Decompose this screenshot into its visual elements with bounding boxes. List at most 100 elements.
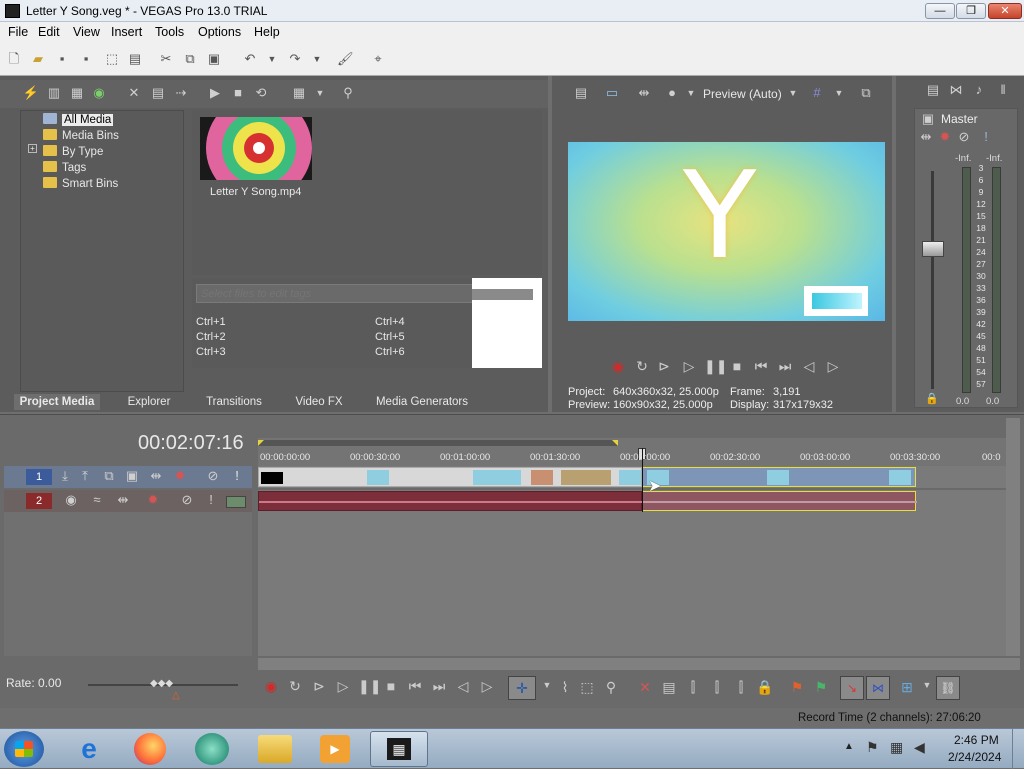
- tab-transitions[interactable]: Transitions: [194, 394, 274, 410]
- video-clip-selected[interactable]: [642, 467, 916, 487]
- bypass-icon[interactable]: ⇹: [147, 468, 165, 486]
- next-frame-icon[interactable]: ▷: [824, 358, 842, 375]
- zoom-tool-icon[interactable]: ⚲: [602, 679, 620, 696]
- tab-media-generators[interactable]: Media Generators: [366, 394, 478, 410]
- tree-expand-button[interactable]: +: [28, 144, 37, 153]
- external-monitor-icon[interactable]: ▭: [603, 85, 621, 103]
- audio-solo-icon[interactable]: !: [202, 492, 220, 510]
- timeline-record-icon[interactable]: ◉: [262, 678, 280, 695]
- render-icon[interactable]: ⬚: [104, 51, 120, 67]
- solo-icon[interactable]: !: [228, 468, 246, 486]
- get-media-icon[interactable]: ▦: [68, 85, 86, 103]
- fader-handle[interactable]: [922, 241, 944, 257]
- save-as-icon[interactable]: ▪: [78, 51, 94, 67]
- selection-tool-icon[interactable]: ⬚: [578, 679, 596, 696]
- move-down-icon[interactable]: ⤒: [76, 468, 94, 486]
- capture-icon[interactable]: ▥: [45, 85, 63, 103]
- tab-video-fx[interactable]: Video FX: [286, 394, 352, 410]
- split-icon[interactable]: ⫿: [732, 679, 750, 696]
- audio-track-lane[interactable]: [258, 490, 1006, 512]
- redo-icon[interactable]: ↷: [287, 51, 303, 67]
- firefox-icon[interactable]: [134, 733, 166, 765]
- menu-file[interactable]: File: [8, 25, 28, 39]
- track-motion-icon[interactable]: ▣: [123, 468, 141, 486]
- close-button[interactable]: ✕: [988, 3, 1022, 19]
- whats-this-icon[interactable]: ⌖: [370, 51, 386, 67]
- views-dropdown-icon[interactable]: ▼: [311, 85, 329, 103]
- overlays-dropdown-icon[interactable]: ▼: [830, 85, 848, 103]
- undo-dropdown-icon[interactable]: ▼: [264, 51, 280, 67]
- menu-view[interactable]: View: [73, 25, 100, 39]
- insert-marker-icon[interactable]: ⚑: [788, 679, 806, 696]
- tree-item-tags[interactable]: Tags: [43, 161, 86, 174]
- media-player-icon[interactable]: [195, 733, 229, 765]
- pause-icon[interactable]: ❚❚: [704, 358, 727, 375]
- trim-start-icon[interactable]: ⫿: [684, 679, 702, 696]
- vertical-scrollbar[interactable]: [1006, 418, 1020, 656]
- downmix-icon[interactable]: ⋈: [947, 82, 965, 100]
- track-header-audio[interactable]: 2 ◉ ≈ ⇹ ✹ ⊘ !: [4, 490, 252, 512]
- tree-item-media-bins[interactable]: Media Bins: [43, 129, 119, 142]
- timeline-pause-icon[interactable]: ❚❚: [358, 678, 381, 695]
- master-properties-icon[interactable]: ▤: [924, 82, 942, 100]
- tree-item-by-type[interactable]: By Type: [43, 145, 103, 158]
- audio-clip-start[interactable]: [258, 491, 643, 511]
- maximize-button[interactable]: ❐: [956, 3, 986, 19]
- envelope-tool-icon[interactable]: ⌇: [556, 679, 574, 696]
- overlays-icon[interactable]: #: [808, 85, 826, 103]
- master-fx-icon[interactable]: ✹: [936, 129, 954, 147]
- tab-project-media[interactable]: Project Media: [14, 394, 100, 410]
- master-lock-icon[interactable]: 🔒: [923, 391, 941, 409]
- audio-bypass-icon[interactable]: ⇹: [114, 492, 132, 510]
- timeline-empty-area[interactable]: [258, 512, 1006, 656]
- play-from-start-icon[interactable]: ⊳: [655, 358, 673, 375]
- menu-options[interactable]: Options: [198, 25, 241, 39]
- media-thumbnail[interactable]: [200, 117, 312, 180]
- split-screen-icon[interactable]: ⇹: [635, 85, 653, 103]
- preview-mode-dropdown-icon[interactable]: ▼: [784, 85, 802, 103]
- track-fx-icon[interactable]: ✹: [171, 468, 189, 486]
- normal-edit-tool-icon[interactable]: ✛: [508, 676, 536, 700]
- cut-icon[interactable]: ✂: [158, 51, 174, 67]
- mute-icon[interactable]: ⊘: [204, 468, 222, 486]
- search-icon[interactable]: ⚲: [339, 85, 357, 103]
- edit-tool-icon[interactable]: 🖌: [337, 51, 354, 67]
- play-preview-icon[interactable]: ▶: [206, 85, 224, 103]
- media-fx-icon[interactable]: ⇢: [172, 85, 190, 103]
- record-icon[interactable]: ◉: [609, 358, 627, 375]
- track-header-video[interactable]: 1 ⤓ ⤒ ⧉ ▣ ⇹ ✹ ⊘ !: [4, 466, 252, 488]
- master-mute-icon[interactable]: ⊘: [955, 129, 973, 147]
- ie-icon[interactable]: e: [72, 733, 106, 765]
- move-up-icon[interactable]: ⤓: [56, 468, 74, 486]
- tray-expand-icon[interactable]: ▲: [844, 741, 854, 752]
- minimize-button[interactable]: —: [925, 3, 955, 19]
- copy-snapshot-icon[interactable]: ⧉: [857, 85, 875, 103]
- audio-clip-selected[interactable]: [642, 491, 917, 511]
- timeline-go-to-start-icon[interactable]: ⏮: [406, 678, 424, 695]
- horizontal-scrollbar[interactable]: [258, 658, 1020, 670]
- timeline-prev-frame-icon[interactable]: ◁: [454, 678, 472, 695]
- start-button[interactable]: [4, 731, 44, 767]
- tree-item-smart-bins[interactable]: Smart Bins: [43, 177, 118, 190]
- menu-tools[interactable]: Tools: [155, 25, 184, 39]
- tab-explorer[interactable]: Explorer: [112, 394, 186, 410]
- play-icon[interactable]: ▷: [680, 358, 698, 375]
- video-app-icon[interactable]: ▶: [320, 735, 350, 763]
- preview-quality-icon[interactable]: ●: [663, 85, 681, 103]
- timeline-next-frame-icon[interactable]: ▷: [478, 678, 496, 695]
- clock-time[interactable]: 2:46 PM: [954, 733, 999, 747]
- copy-icon[interactable]: ⧉: [182, 51, 198, 67]
- audio-mute-icon[interactable]: ⊘: [178, 492, 196, 510]
- record-arm-icon[interactable]: ◉: [62, 492, 80, 510]
- snapping-dropdown-icon[interactable]: ▼: [918, 680, 936, 690]
- save-icon[interactable]: ▪: [54, 51, 70, 67]
- trim-end-icon[interactable]: ⫿: [708, 679, 726, 696]
- clock-date[interactable]: 2/24/2024: [948, 750, 1001, 764]
- previous-frame-icon[interactable]: ◁: [800, 358, 818, 375]
- auto-crossfade-icon[interactable]: ⋈: [866, 676, 890, 700]
- master-insert-icon[interactable]: ⇹: [917, 129, 935, 147]
- action-center-icon[interactable]: ⚑: [866, 739, 879, 756]
- remove-icon[interactable]: ✕: [125, 85, 143, 103]
- master-solo-icon[interactable]: !: [977, 129, 995, 147]
- timeline-play-icon[interactable]: ▷: [334, 678, 352, 695]
